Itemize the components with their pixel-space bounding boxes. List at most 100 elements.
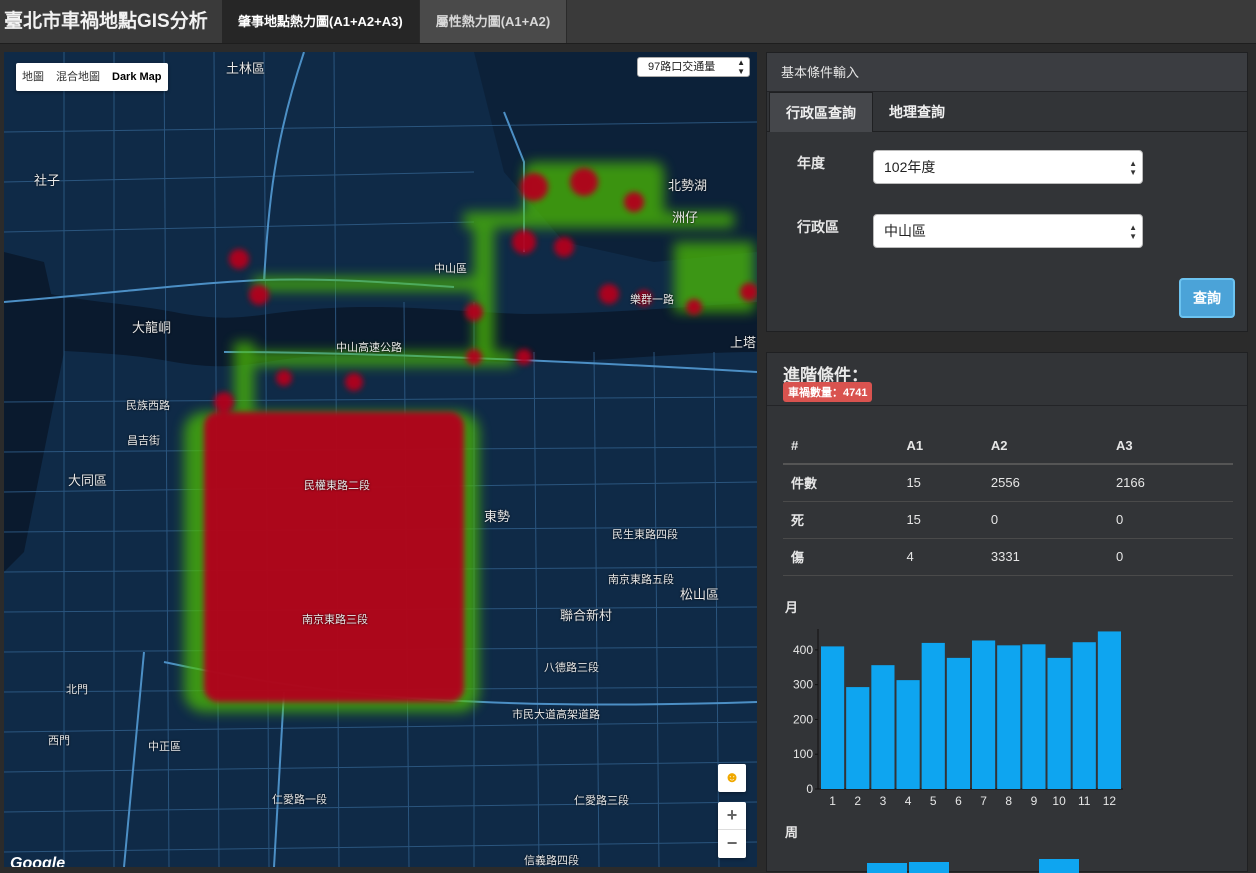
year-select[interactable]: 102年度 ▲ ▼: [873, 150, 1143, 184]
map-label: 昌吉街: [127, 435, 160, 447]
layer-select[interactable]: 97路口交通量 ▲ ▼: [637, 57, 750, 77]
week-bar: [1039, 859, 1079, 873]
select-arrows-icon: ▲ ▼: [1129, 159, 1137, 177]
table-header: A2: [982, 427, 1108, 465]
map-label: 民權東路二段: [304, 480, 370, 492]
month-bar: [1047, 657, 1071, 789]
google-logo: Google: [10, 855, 66, 867]
table-row: 件數 15 2556 2166: [783, 464, 1233, 502]
year-select-value: 102年度: [884, 159, 936, 175]
x-tick-label: 5: [930, 794, 937, 808]
table-cell: 死: [783, 501, 899, 539]
map-label: 東勢: [484, 509, 511, 524]
table-cell: 傷: [783, 538, 899, 576]
map-label: 社子: [34, 173, 61, 188]
nav-tab-attribute-heatmap[interactable]: 屬性熱力圖(A1+A2): [418, 0, 568, 43]
y-tick-label: 400: [793, 643, 813, 657]
table-cell: 0: [982, 501, 1108, 539]
table-cell: 0: [1107, 538, 1233, 576]
map-label: 信義路四段: [524, 855, 579, 867]
map-type-dark[interactable]: Dark Map: [106, 63, 168, 91]
table-row: 死 15 0 0: [783, 501, 1233, 539]
x-tick-label: 2: [854, 794, 861, 808]
map-label: 民生東路四段: [612, 529, 678, 541]
nav-tab-accident-heatmap[interactable]: 肇事地點熱力圖(A1+A2+A3): [222, 0, 419, 43]
map-label: 八德路三段: [544, 662, 599, 674]
month-bar: [896, 680, 920, 789]
district-select-value: 中山區: [884, 223, 926, 239]
x-tick-label: 9: [1031, 794, 1038, 808]
map-label: 南京東路五段: [608, 574, 674, 586]
month-chart-label: 月: [785, 600, 799, 615]
app-title[interactable]: 臺北市車禍地點GIS分析: [0, 0, 222, 43]
map-label: 上塔: [730, 335, 757, 350]
month-bar-chart: 01002003004001 2 3 4 5 6 7 8 9 10 11 12: [793, 629, 1123, 808]
divider: [767, 405, 1247, 406]
x-tick-label: 7: [980, 794, 987, 808]
x-tick-label: 11: [1078, 794, 1091, 808]
map-label: 大龍峒: [132, 320, 172, 335]
map-label: 中山高速公路: [336, 342, 402, 354]
x-tick-label: 3: [880, 794, 887, 808]
table-header: A3: [1107, 427, 1233, 465]
month-bar: [1072, 642, 1096, 789]
basic-panel-title: 基本條件輸入: [767, 53, 1247, 92]
table-cell: 4: [898, 538, 983, 576]
map-label: 仁愛路三段: [574, 795, 629, 807]
month-bar: [1022, 644, 1046, 789]
x-tick-label: 6: [955, 794, 962, 808]
map-type-hybrid[interactable]: 混合地圖: [50, 63, 106, 91]
x-tick-label: 12: [1103, 794, 1117, 808]
x-tick-label: 10: [1052, 794, 1066, 808]
district-label: 行政區: [797, 219, 839, 235]
y-tick-label: 200: [793, 712, 813, 726]
x-tick-label: 8: [1005, 794, 1012, 808]
month-bar: [946, 657, 970, 789]
year-label: 年度: [797, 155, 825, 171]
tab-district-query[interactable]: 行政區查詢: [769, 92, 873, 132]
map-label: 聯合新村: [560, 608, 613, 623]
zoom-out-button[interactable]: −: [718, 830, 746, 858]
table-header: #: [783, 427, 899, 465]
map-label: 仁愛路一段: [272, 794, 327, 806]
table-cell: 2556: [982, 464, 1108, 502]
map-type-roadmap[interactable]: 地圖: [16, 63, 50, 91]
month-bar: [821, 646, 845, 789]
table-header: A1: [898, 427, 983, 465]
x-tick-label: 1: [829, 794, 836, 808]
stats-table: # A1 A2 A3 件數 15 2556 2166 死 15 0 0 傷 4: [783, 427, 1233, 576]
map-label: 松山區: [680, 587, 720, 602]
advanced-conditions-panel: 進階條件： 車禍數量：4741 # A1 A2 A3 件數 15 2556 21…: [766, 352, 1248, 873]
month-bar: [1097, 631, 1121, 789]
query-button[interactable]: 查詢: [1179, 278, 1235, 318]
basic-conditions-panel: 基本條件輸入 行政區查詢 地理查詢 年度 102年度 ▲ ▼ 行政區 中山區 ▲ ▼…: [766, 52, 1248, 332]
map-canvas[interactable]: 地圖 混合地圖 Dark Map 97路口交通量 ▲ ▼ 土林區 社子 中山區 大…: [4, 52, 757, 867]
week-bar: [909, 862, 949, 873]
map-label: 北勢湖: [668, 178, 708, 193]
week-chart-label: 周: [785, 825, 799, 840]
map-label: 西門: [48, 735, 70, 747]
select-arrows-icon: ▲ ▼: [1129, 223, 1137, 241]
map-label: 市民大道高架道路: [512, 709, 600, 721]
month-bar: [846, 687, 870, 789]
month-bar: [871, 665, 895, 789]
month-bar: [997, 645, 1021, 789]
district-select[interactable]: 中山區 ▲ ▼: [873, 214, 1143, 248]
map-label: 樂群一路: [630, 294, 674, 306]
tab-geo-query[interactable]: 地理查詢: [873, 92, 961, 132]
map-label: 大同區: [68, 473, 108, 488]
street-view-pegman-icon[interactable]: ☻: [718, 764, 746, 792]
table-cell: 0: [1107, 501, 1233, 539]
map-label: 土林區: [226, 61, 266, 76]
map-label: 中山區: [434, 263, 467, 275]
map-label: 洲仔: [672, 210, 699, 225]
week-bar: [867, 863, 907, 873]
table-cell: 15: [898, 501, 983, 539]
accident-count-badge: 車禍數量：4741: [783, 382, 873, 402]
month-bar: [921, 642, 945, 789]
table-header-row: # A1 A2 A3: [783, 427, 1233, 465]
table-row: 傷 4 3331 0: [783, 538, 1233, 576]
zoom-in-button[interactable]: +: [718, 802, 746, 830]
map-label: 民族西路: [126, 400, 170, 412]
select-arrows-icon: ▲ ▼: [737, 58, 745, 76]
